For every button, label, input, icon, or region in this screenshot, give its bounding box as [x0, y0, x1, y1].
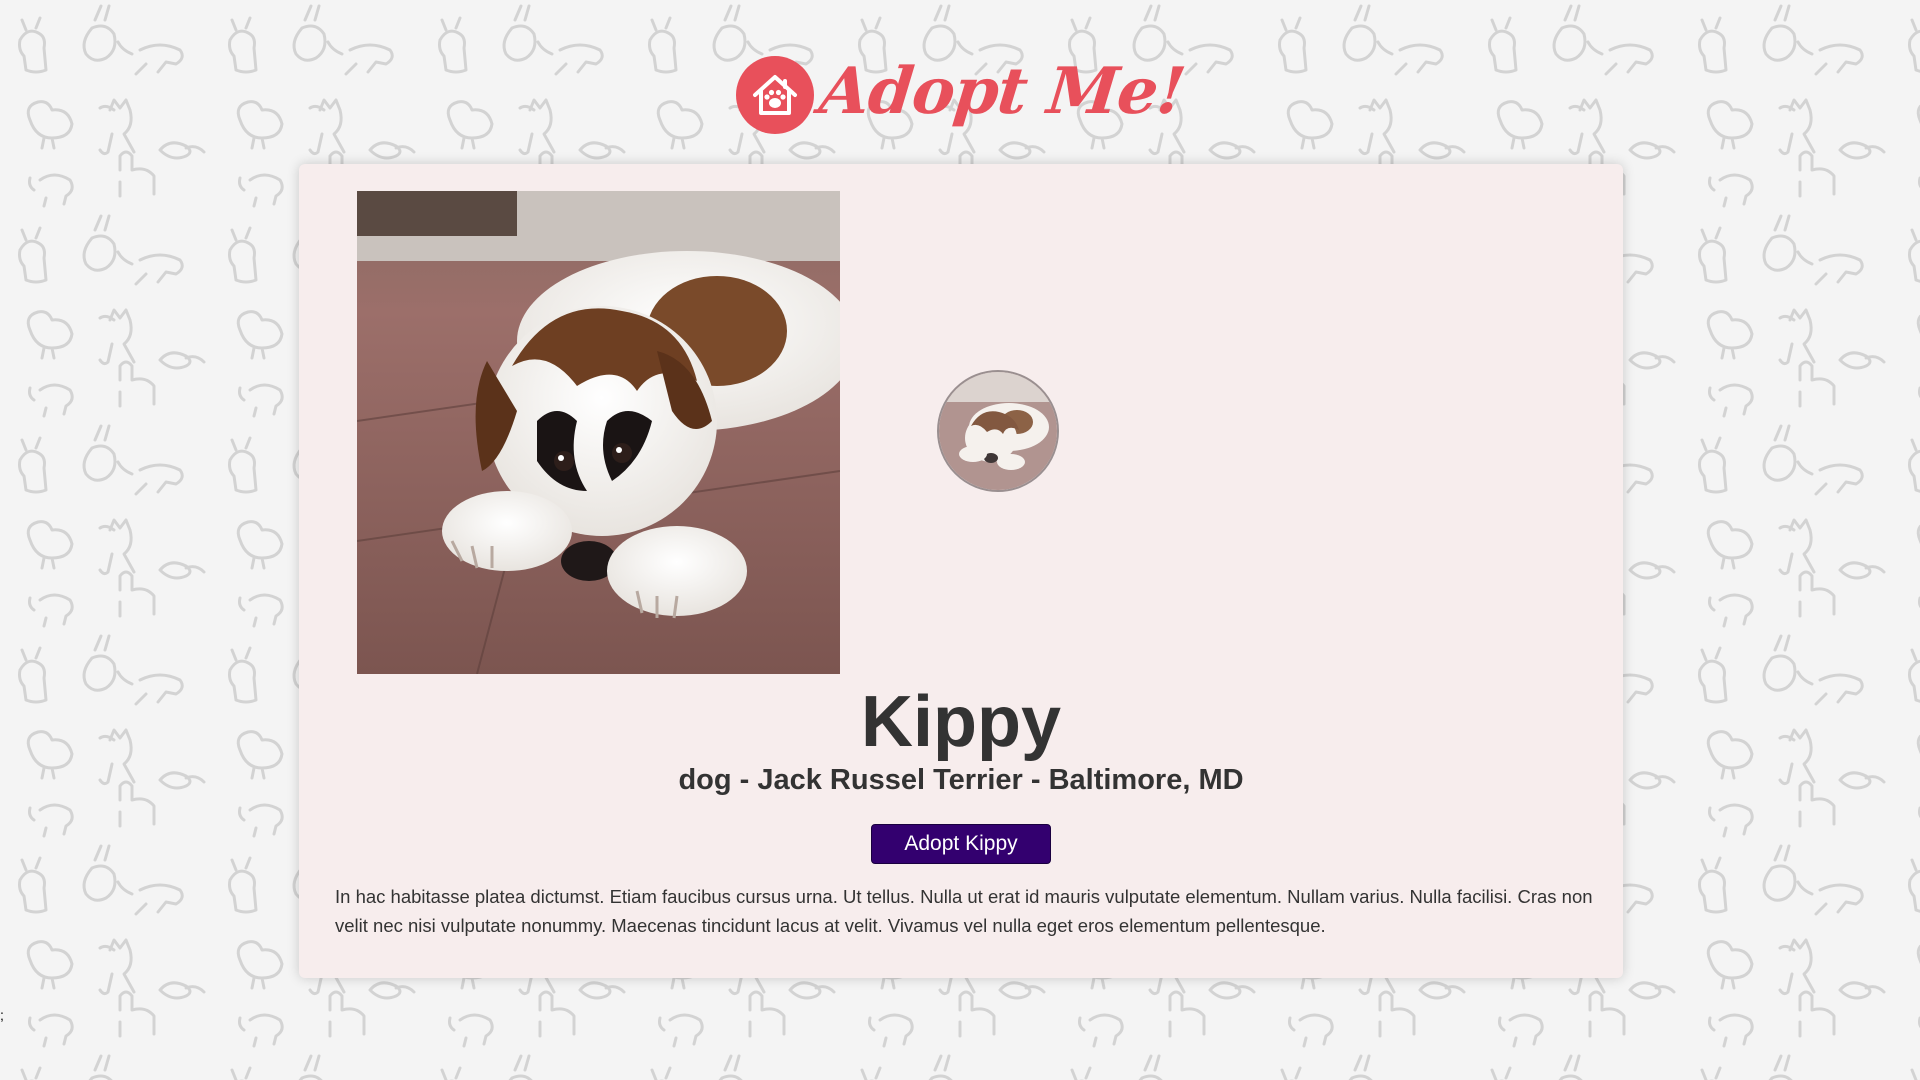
hero-photo — [357, 191, 840, 674]
stray-text: ; — [0, 1007, 4, 1023]
logo-link[interactable]: Adopt Me! — [735, 54, 1189, 134]
puppy-photo — [357, 191, 840, 674]
puppy-thumbnail — [939, 372, 1057, 490]
adopt-button[interactable]: Adopt Kippy — [871, 824, 1051, 864]
site-header: Adopt Me! — [0, 40, 1920, 150]
pet-meta: dog - Jack Russel Terrier - Baltimore, M… — [678, 764, 1244, 796]
pet-name: Kippy — [860, 682, 1061, 762]
pet-details-card: Kippy dog - Jack Russel Terrier - Baltim… — [299, 164, 1623, 978]
logo-text: Adopt Me! — [815, 54, 1189, 129]
photo-carousel — [357, 191, 1565, 674]
pet-description: In hac habitasse platea dictumst. Etiam … — [335, 886, 1593, 936]
house-paw-icon — [735, 56, 814, 134]
thumbnail-photo[interactable] — [937, 370, 1059, 492]
